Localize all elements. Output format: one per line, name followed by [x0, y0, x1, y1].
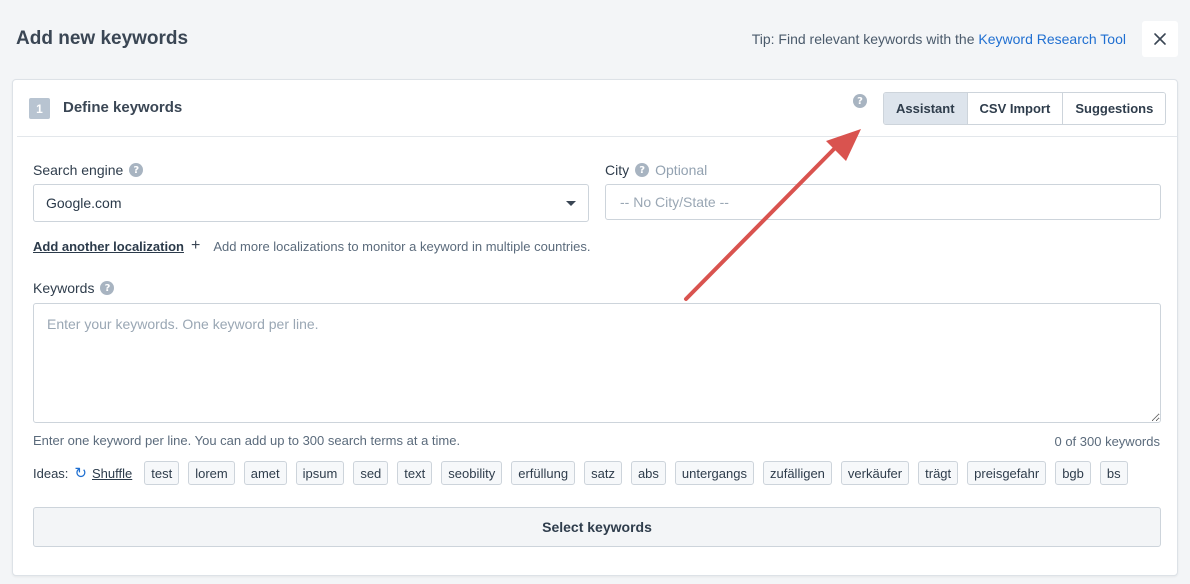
tip-text: Tip: Find relevant keywords with the Key… — [752, 31, 1126, 47]
localization-hint: Add more localizations to monitor a keyw… — [213, 238, 591, 254]
keywords-label: Keywords ? — [33, 280, 115, 296]
mode-tabs: Assistant CSV Import Suggestions — [883, 92, 1167, 125]
idea-chip[interactable]: erfüllung — [511, 461, 576, 485]
chevron-down-icon — [566, 200, 576, 206]
keywords-hint: Enter one keyword per line. You can add … — [33, 433, 461, 448]
idea-chip[interactable]: seobility — [441, 461, 503, 485]
city-input[interactable] — [605, 184, 1161, 220]
idea-chip[interactable]: abs — [630, 461, 666, 485]
shuffle-icon[interactable]: ↻ — [74, 464, 87, 482]
city-help-icon[interactable]: ? — [635, 163, 650, 177]
keyword-count: 0 of 300 keywords — [1054, 434, 1160, 449]
tip-prefix: Tip: Find relevant keywords with the — [751, 31, 975, 47]
idea-chip[interactable]: zufälligen — [762, 461, 832, 485]
idea-chip[interactable]: lorem — [188, 461, 235, 485]
search-engine-help-icon[interactable]: ? — [129, 163, 144, 177]
page-title: Add new keywords — [16, 28, 189, 49]
step-number-badge: 1 — [29, 98, 50, 119]
select-keywords-button[interactable]: Select keywords — [33, 507, 1161, 547]
plus-icon[interactable]: + — [191, 238, 200, 254]
idea-chip[interactable]: verkäufer — [840, 461, 910, 485]
idea-chip[interactable]: bs — [1099, 461, 1128, 485]
close-button[interactable] — [1142, 21, 1178, 57]
search-engine-value: Google.com — [46, 195, 122, 211]
idea-chip[interactable]: preisgefahr — [967, 461, 1047, 485]
idea-chip[interactable]: sed — [353, 461, 389, 485]
idea-chip[interactable]: satz — [584, 461, 622, 485]
idea-chip[interactable]: bgb — [1055, 461, 1091, 485]
tab-assistant[interactable]: Assistant — [884, 93, 968, 124]
define-keywords-card: 1 Define keywords ? Assistant CSV Import… — [12, 79, 1178, 576]
localization-row: Add another localization + Add more loca… — [33, 238, 590, 254]
close-icon — [1154, 33, 1166, 45]
keywords-help-icon[interactable]: ? — [100, 281, 115, 295]
idea-chip[interactable]: untergangs — [674, 461, 754, 485]
keywords-textarea[interactable] — [33, 303, 1161, 423]
card-header: 1 Define keywords ? Assistant CSV Import… — [17, 80, 1177, 137]
search-engine-label-text: Search engine — [33, 162, 124, 178]
idea-chip[interactable]: test — [144, 461, 180, 485]
idea-chip[interactable]: ipsum — [295, 461, 345, 485]
add-localization-link[interactable]: Add another localization — [33, 239, 184, 254]
modal-header: Add new keywords Tip: Find relevant keyw… — [0, 0, 1190, 78]
step-title: Define keywords — [63, 99, 183, 116]
idea-chip[interactable]: amet — [243, 461, 287, 485]
idea-chip[interactable]: text — [397, 461, 433, 485]
ideas-label: Ideas: — [33, 465, 69, 481]
city-label-text: City — [605, 162, 630, 178]
search-engine-label: Search engine ? — [33, 162, 144, 178]
keyword-research-tool-link[interactable]: Keyword Research Tool — [978, 31, 1126, 47]
keywords-label-text: Keywords — [33, 280, 95, 296]
search-engine-select[interactable]: Google.com — [33, 184, 589, 222]
help-icon[interactable]: ? — [853, 94, 867, 108]
ideas-row: Ideas: ↻ Shuffle test lorem amet ipsum s… — [33, 460, 1161, 486]
tab-suggestions[interactable]: Suggestions — [1063, 93, 1166, 124]
idea-chip[interactable]: trägt — [918, 461, 959, 485]
shuffle-link[interactable]: Shuffle — [92, 466, 132, 481]
city-label: City ? Optional — [605, 162, 707, 178]
city-optional-text: Optional — [655, 162, 708, 178]
tab-csv-import[interactable]: CSV Import — [967, 93, 1064, 124]
